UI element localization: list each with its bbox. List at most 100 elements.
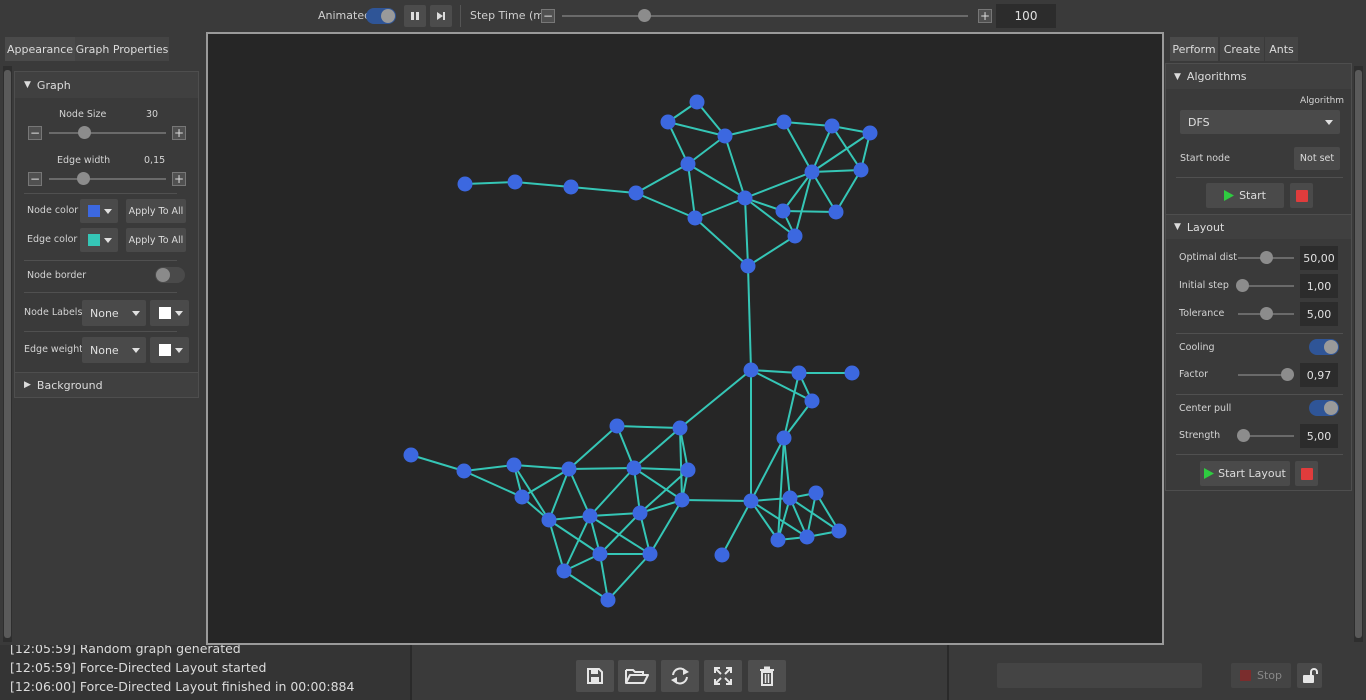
apply-node-color-button[interactable]: Apply To All <box>126 199 186 223</box>
graph-edge[interactable] <box>635 192 696 219</box>
center-pull-toggle[interactable] <box>1309 400 1339 416</box>
graph-node[interactable] <box>457 176 473 192</box>
graph-node[interactable] <box>743 362 759 378</box>
strength-value[interactable]: 5,00 <box>1300 424 1338 448</box>
graph-edge[interactable] <box>744 197 749 267</box>
stop-button[interactable]: Stop <box>1231 663 1291 688</box>
apply-edge-color-button[interactable]: Apply To All <box>126 228 186 252</box>
graph-edge[interactable] <box>783 437 791 499</box>
graph-edge[interactable] <box>782 210 837 213</box>
graph-node[interactable] <box>600 592 616 608</box>
graph-edge[interactable] <box>747 235 796 267</box>
graph-edge[interactable] <box>694 217 749 267</box>
graph-node[interactable] <box>740 258 756 274</box>
graph-node[interactable] <box>674 492 690 508</box>
fit-screen-button[interactable] <box>704 660 742 692</box>
step-time-value[interactable]: 100 <box>996 4 1056 28</box>
graph-node[interactable] <box>680 462 696 478</box>
graph-edge[interactable] <box>548 468 570 521</box>
graph-node[interactable] <box>403 447 419 463</box>
graph-node[interactable] <box>828 204 844 220</box>
tab-ants[interactable]: Ants <box>1265 37 1298 61</box>
graph-node[interactable] <box>743 493 759 509</box>
background-section-header[interactable]: ▶ Background <box>15 372 198 397</box>
cooling-toggle[interactable] <box>1309 339 1339 355</box>
start-node-button[interactable]: Not set <box>1294 147 1340 170</box>
tab-create[interactable]: Create <box>1220 37 1264 61</box>
tolerance-slider-knob[interactable] <box>1260 307 1273 320</box>
node-size-decrease[interactable]: − <box>28 126 42 140</box>
graph-edge[interactable] <box>513 464 570 470</box>
node-size-increase[interactable]: + <box>172 126 186 140</box>
start-layout-button[interactable]: Start Layout <box>1200 461 1290 486</box>
step-button[interactable] <box>430 5 452 27</box>
initial-step-slider-knob[interactable] <box>1236 279 1249 292</box>
graph-edge[interactable] <box>633 467 683 501</box>
graph-node[interactable] <box>563 179 579 195</box>
graph-edge[interactable] <box>514 181 572 188</box>
graph-node[interactable] <box>561 461 577 477</box>
step-time-decrease[interactable]: − <box>541 9 555 23</box>
graph-edge[interactable] <box>521 468 570 498</box>
tab-perform[interactable]: Perform <box>1170 37 1218 61</box>
graph-node[interactable] <box>456 463 472 479</box>
graph-edge[interactable] <box>724 121 785 137</box>
graph-node[interactable] <box>717 128 733 144</box>
tolerance-value[interactable]: 5,00 <box>1300 302 1338 326</box>
edge-width-decrease[interactable]: − <box>28 172 42 186</box>
graph-node[interactable] <box>632 505 648 521</box>
graph-node[interactable] <box>506 457 522 473</box>
graph-edge[interactable] <box>633 427 681 469</box>
graph-edge[interactable] <box>794 171 813 237</box>
pause-button[interactable] <box>404 5 426 27</box>
graph-node[interactable] <box>687 210 703 226</box>
algorithms-section-header[interactable]: ▼ Algorithms <box>1166 64 1351 89</box>
graph-node[interactable] <box>556 563 572 579</box>
graph-node[interactable] <box>541 512 557 528</box>
graph-node[interactable] <box>808 485 824 501</box>
left-scrollbar-thumb[interactable] <box>4 70 11 638</box>
node-label-color-picker[interactable] <box>150 300 189 326</box>
graph-edge[interactable] <box>463 464 515 472</box>
graph-canvas[interactable] <box>206 32 1164 645</box>
graph-node[interactable] <box>853 162 869 178</box>
graph-section-header[interactable]: ▼ Graph <box>15 72 198 98</box>
graph-node[interactable] <box>791 365 807 381</box>
tab-graph-properties[interactable]: Graph Properties <box>75 37 169 61</box>
graph-node[interactable] <box>804 393 820 409</box>
graph-node[interactable] <box>776 430 792 446</box>
initial-step-value[interactable]: 1,00 <box>1300 274 1338 298</box>
graph-edge[interactable] <box>747 265 752 371</box>
optimal-dist-value[interactable]: 50,00 <box>1300 246 1338 270</box>
graph-node[interactable] <box>799 529 815 545</box>
step-time-slider-knob[interactable] <box>638 9 651 22</box>
start-algorithm-button[interactable]: Start <box>1206 183 1284 208</box>
graph-edge[interactable] <box>783 121 813 173</box>
graph-edge[interactable] <box>687 163 696 219</box>
edge-width-increase[interactable]: + <box>172 172 186 186</box>
edge-width-slider[interactable] <box>49 178 166 180</box>
graph-edge[interactable] <box>568 468 591 517</box>
graph-node[interactable] <box>642 546 658 562</box>
graph-edge[interactable] <box>633 467 689 471</box>
graph-edge[interactable] <box>679 369 752 429</box>
graph-node[interactable] <box>582 508 598 524</box>
graph-node[interactable] <box>609 418 625 434</box>
graph-node[interactable] <box>628 185 644 201</box>
graph-edge[interactable] <box>599 512 641 555</box>
graph-edge[interactable] <box>694 197 746 219</box>
graph-node[interactable] <box>592 546 608 562</box>
graph-node[interactable] <box>775 203 791 219</box>
graph-edge[interactable] <box>570 186 637 194</box>
tab-appearance[interactable]: Appearance <box>5 37 75 61</box>
graph-node[interactable] <box>507 174 523 190</box>
edge-width-slider-knob[interactable] <box>77 172 90 185</box>
node-border-toggle[interactable] <box>155 267 185 283</box>
graph-node[interactable] <box>824 118 840 134</box>
graph-node[interactable] <box>680 156 696 172</box>
stop-layout-button[interactable] <box>1295 461 1318 486</box>
graph-node[interactable] <box>804 164 820 180</box>
layout-section-header[interactable]: ▼ Layout <box>1166 214 1351 239</box>
graph-edge[interactable] <box>589 467 635 517</box>
graph-node[interactable] <box>626 460 642 476</box>
